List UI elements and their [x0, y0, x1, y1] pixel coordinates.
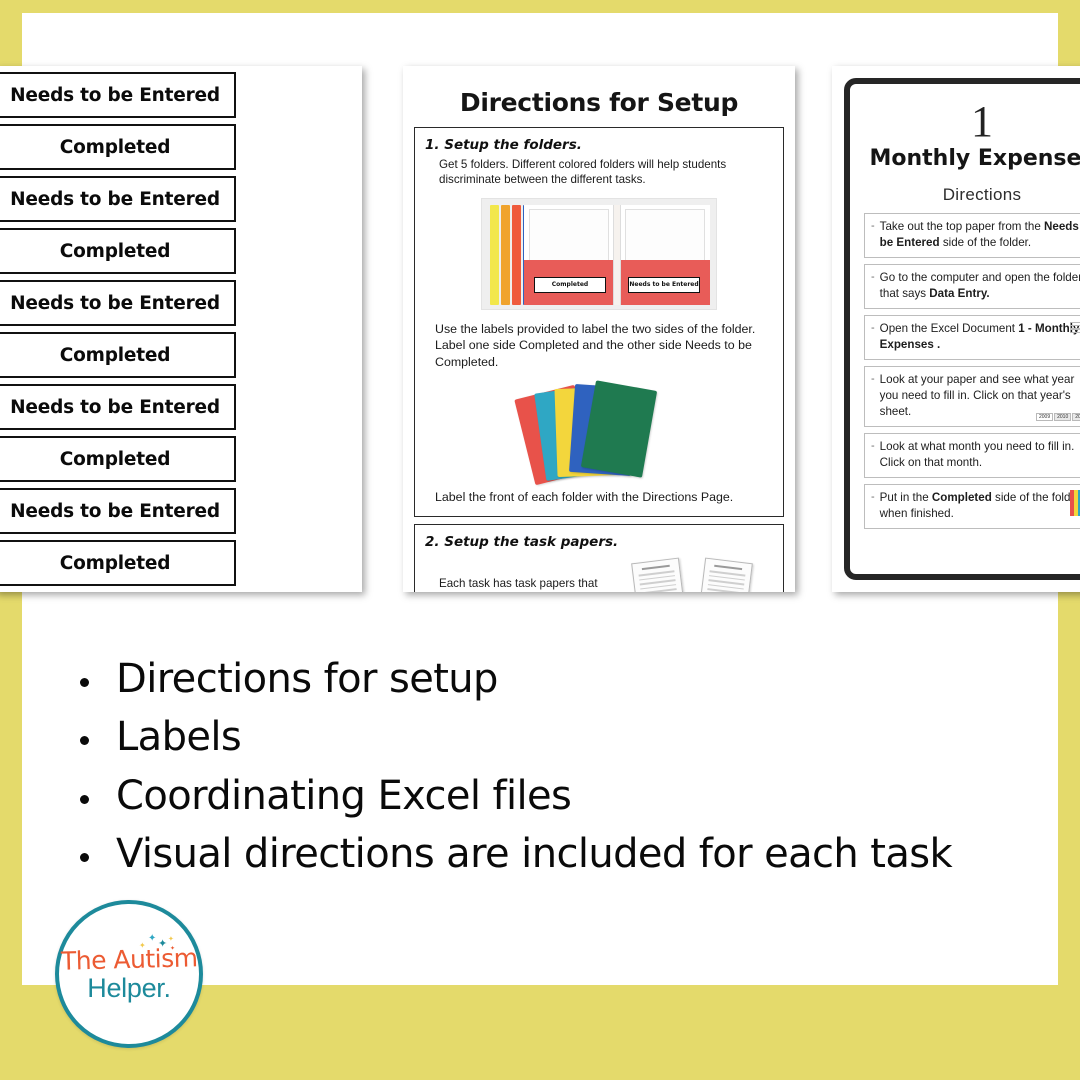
labels-preview-card[interactable]: Needs to be Entered Completed Needs to be …: [0, 66, 362, 592]
step-2-body: Each task has task papers that students …: [439, 576, 631, 592]
logo-line-2: Helper.: [87, 972, 171, 1003]
task-directions-preview-card[interactable]: 1 Monthly Expenses Directions - Take out …: [832, 66, 1080, 592]
star-icon: ✦: [168, 936, 174, 943]
direction-step-emphasis: Data Entry.: [929, 286, 990, 300]
logo-line-1: The Autism: [60, 942, 198, 976]
direction-step-text: Look at what month you need to fill in. …: [879, 439, 1075, 469]
task-papers-photo: [631, 557, 761, 592]
product-preview-cards: Needs to be Entered Completed Needs to be …: [0, 0, 1080, 612]
folder-color-strip: [490, 204, 499, 305]
label-list: Needs to be Entered Completed Needs to be …: [0, 66, 236, 586]
feature-bullet: Labels: [70, 708, 1020, 766]
direction-step-text: Open the Excel Document 1 - Monthly Expe…: [879, 321, 1080, 351]
direction-step-text: Take out the top paper from the Needs to…: [880, 219, 1080, 251]
star-icon: ✦: [148, 933, 157, 944]
direction-step-text: Go to the computer and open the folder t…: [879, 270, 1080, 300]
step-1-body: Get 5 folders. Different colored folders…: [439, 158, 727, 187]
label-row: Needs to be Entered: [0, 176, 236, 222]
open-folder: Completed Needs to be Entered: [524, 204, 710, 305]
excel-sheet-tabs-thumb: 200920102011: [1036, 401, 1080, 421]
folder-label-completed: Completed: [534, 276, 606, 293]
open-folder-photo: Completed Needs to be Entered: [481, 197, 717, 310]
setup-directions-preview-card[interactable]: Directions for Setup 1. Setup the folder…: [403, 66, 795, 592]
sheet-tab: 2011: [1072, 412, 1080, 421]
feature-bullet: Visual directions are included for each …: [70, 825, 1020, 883]
direction-step: - Look at your paper and see what year yo…: [864, 365, 1080, 427]
label-row: Needs to be Entered: [0, 280, 236, 326]
folder-paper-left: [529, 208, 609, 264]
label-row: Needs to be Entered: [0, 72, 236, 118]
directions-frame: 1 Monthly Expenses Directions - Take out …: [844, 78, 1080, 580]
label-text: Completed: [59, 552, 171, 574]
direction-step: - Put in the Completed side of the folder…: [864, 483, 1080, 529]
direction-step: - Open the Excel Document 1 - Monthly Exp…: [864, 314, 1080, 360]
excel-document-icon: [1070, 321, 1080, 342]
folder-paper-right: [625, 208, 705, 264]
step-dash-icon: -: [871, 439, 875, 452]
direction-step: -Take out the top paper from the Needs t…: [864, 213, 1080, 258]
label-row: Needs to be Entered: [0, 488, 236, 534]
direction-step-emphasis: 1 - Monthly Expenses .: [879, 321, 1080, 351]
step-dash-icon: -: [871, 220, 875, 232]
colored-folders-thumb: [1070, 489, 1080, 516]
direction-step-emphasis: Needs to be Entered: [879, 220, 1080, 249]
step-dash-icon: -: [871, 270, 875, 283]
setup-step-2: 2. Setup the task papers. Each task has …: [414, 523, 784, 592]
folder-label-needs-entered: Needs to be Entered: [628, 276, 700, 293]
direction-step: - Look at what month you need to fill in.…: [864, 432, 1080, 478]
label-row: Completed: [0, 436, 236, 482]
folder-color-strip: [512, 204, 521, 305]
task-paper-2: [689, 557, 753, 592]
feature-bullet-list: Directions for setup Labels Coordinating E…: [70, 650, 1020, 884]
folder-color-strip: [501, 204, 510, 305]
directions-subtitle: Directions: [942, 185, 1022, 204]
feature-bullet: Coordinating Excel files: [70, 767, 1020, 825]
label-text: Needs to be Entered: [10, 396, 220, 418]
task-number: 1: [971, 97, 993, 146]
setup-step-1: 1. Setup the folders. Get 5 folders. Dif…: [414, 127, 784, 517]
label-text: Completed: [59, 448, 171, 470]
step-1-caption-1: Use the labels provided to label the two…: [435, 321, 756, 370]
folder-spine: [613, 204, 621, 305]
label-text: Completed: [59, 136, 171, 158]
step-1-caption-2: Label the front of each folder with the …: [435, 489, 734, 504]
step-2-heading: 2. Setup the task papers.: [425, 533, 619, 550]
feature-bullet: Directions for setup: [70, 650, 1020, 708]
label-row: Completed: [0, 228, 236, 274]
label-text: Needs to be Entered: [10, 292, 220, 314]
label-text: Completed: [59, 344, 171, 366]
label-text: Completed: [59, 240, 171, 262]
label-text: Needs to be Entered: [10, 188, 220, 210]
directions-step-list: -Take out the top paper from the Needs t…: [864, 213, 1080, 529]
label-text: Needs to be Entered: [10, 84, 220, 106]
sheet-tab: 2009: [1036, 412, 1054, 421]
label-row: Completed: [0, 332, 236, 378]
label-row: Completed: [0, 124, 236, 170]
step-1-heading: 1. Setup the folders.: [425, 137, 582, 153]
task-paper-1: [631, 557, 695, 592]
step-dash-icon: -: [871, 321, 875, 334]
setup-title: Directions for Setup: [459, 88, 739, 117]
step-dash-icon: -: [871, 372, 875, 385]
folder-fan-photo: [514, 379, 674, 485]
label-text: Needs to be Entered: [10, 500, 220, 522]
brand-logo[interactable]: ✦ ✦ ✦ ✦ ✦ The Autism Helper.: [55, 900, 203, 1048]
task-title: Monthly Expenses: [869, 146, 1080, 171]
direction-step-text: Put in the Completed side of the folder …: [879, 490, 1080, 520]
direction-step-emphasis: Completed: [931, 490, 992, 504]
label-row: Completed: [0, 540, 236, 586]
direction-step: - Go to the computer and open the folder …: [864, 263, 1080, 309]
sheet-tab: 2010: [1054, 412, 1072, 421]
step-dash-icon: -: [871, 490, 875, 503]
label-row: Needs to be Entered: [0, 384, 236, 430]
